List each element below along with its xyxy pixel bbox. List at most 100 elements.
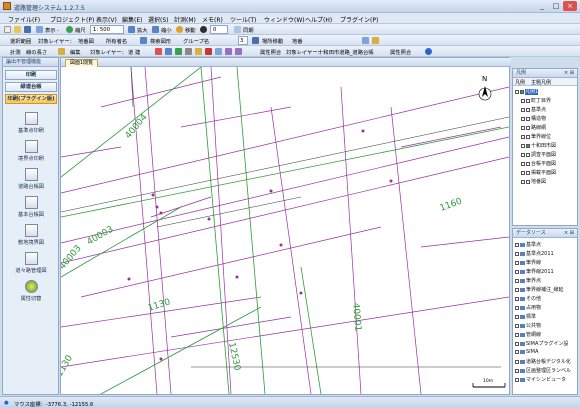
legend-item[interactable]: 十和田市図 — [521, 142, 556, 149]
datasource-item[interactable]: 基準点 — [515, 241, 541, 248]
place-icon[interactable] — [252, 37, 259, 44]
attr-match-button[interactable]: 属性照合 — [260, 48, 281, 56]
index-input[interactable]: 3 — [238, 36, 248, 45]
map-view[interactable]: 図面1閲覧 40004 40003 40003 1130 1160 12530 … — [60, 57, 511, 395]
zoom-out-icon[interactable] — [152, 26, 159, 33]
list-item[interactable]: 敷地境界図 — [5, 224, 57, 246]
panel-close-icon[interactable]: × ⊞ — [564, 69, 574, 78]
measure-button[interactable]: 計測 — [10, 48, 21, 56]
legend-item[interactable]: 町丁目界 — [521, 97, 551, 104]
menu-help[interactable]: ヘルプ(H) — [305, 15, 332, 24]
datasource-item[interactable]: 道路台帳デジタル化 — [515, 358, 571, 365]
map-canvas[interactable]: 40004 40003 40003 1130 1160 12530 40001 … — [61, 67, 509, 394]
delete-icon[interactable] — [205, 48, 212, 55]
move-button[interactable]: 移動 — [185, 26, 196, 34]
tab-legend[interactable]: 凡例 — [515, 79, 525, 86]
datasource-item[interactable]: SIMA — [515, 349, 538, 355]
legend-item[interactable]: 構造物 — [521, 115, 546, 122]
datasource-item[interactable]: 公共物 — [515, 322, 541, 329]
zoom-in-button[interactable]: 拡大 — [137, 26, 148, 34]
menu-tools[interactable]: ツール(T) — [230, 15, 256, 24]
place-move-button[interactable]: 場所移動 — [262, 37, 283, 45]
lot-select[interactable]: 地番 — [292, 37, 303, 45]
add-icon[interactable] — [175, 48, 182, 55]
layer-name-select[interactable]: 十和田市道路_道路台帳 — [318, 48, 374, 56]
menu-project[interactable]: プロジェクト(P) — [50, 15, 94, 24]
legend-item[interactable]: 調査平面図 — [521, 151, 556, 158]
attribute-icon[interactable] — [195, 48, 202, 55]
legend-item[interactable]: 台帳平面図 — [521, 160, 556, 167]
scale-input[interactable]: 1: 500 — [90, 25, 124, 34]
new-icon[interactable] — [4, 26, 11, 33]
sync-icon[interactable] — [234, 26, 241, 33]
legend-item[interactable]: 路線網 — [521, 124, 546, 131]
legend-item[interactable]: 掲載平面図 — [521, 169, 556, 176]
list-item[interactable]: 属性切替 — [5, 280, 57, 302]
menu-view[interactable]: 表示(V) — [96, 15, 117, 24]
display-menu[interactable]: 表示 - — [45, 26, 59, 34]
save-icon[interactable] — [24, 26, 31, 33]
edit-button[interactable]: 編集 — [70, 48, 81, 56]
datasource-item[interactable]: 筆界線 — [515, 259, 541, 266]
print-plugin-button[interactable]: 印刷(プラグイン版) — [5, 94, 57, 104]
green-ledger-button[interactable]: 緑道台帳 — [5, 82, 57, 92]
edit-icon[interactable] — [58, 48, 65, 55]
menu-memo[interactable]: メモ(R) — [202, 15, 223, 24]
legend-item[interactable]: 地番図 — [521, 178, 546, 185]
construction-select[interactable]: 道 建 — [128, 48, 140, 56]
datasource-item[interactable]: 基準点2011 — [515, 250, 554, 257]
info-icon[interactable] — [425, 48, 432, 55]
find-icon[interactable] — [362, 37, 369, 44]
menu-select[interactable]: 選択(S) — [148, 15, 169, 24]
print-button[interactable]: 印刷 — [5, 70, 57, 80]
open-folder-icon[interactable] — [14, 26, 21, 33]
region-type-select[interactable]: 地番図 — [78, 37, 94, 45]
tab-theme-legend[interactable]: 主題凡例 — [531, 79, 551, 86]
pan-icon[interactable] — [200, 26, 207, 33]
datasource-item[interactable]: 標準 — [515, 313, 536, 320]
close-button[interactable]: × — [563, 1, 577, 11]
list-item[interactable]: 基本台帳図 — [5, 196, 57, 218]
sync-button[interactable]: 同期 — [243, 26, 254, 34]
list-item[interactable]: 道々路管理図 — [5, 252, 57, 274]
list-item[interactable]: 境界点印刷 — [5, 140, 57, 162]
group-select[interactable]: グループ名 — [183, 37, 209, 45]
display-icon[interactable] — [36, 26, 43, 33]
search-shape-button[interactable]: 検索図形 — [150, 37, 171, 45]
cursor-icon[interactable] — [155, 48, 162, 55]
datasource-item[interactable]: 筆界点 — [515, 277, 541, 284]
attr-match2-button[interactable]: 属性照合 — [390, 48, 411, 56]
datasource-item[interactable]: 区画整理区ランベル — [515, 367, 571, 374]
datasource-item[interactable]: SIMAプラグイン設 — [515, 340, 568, 347]
legend-item[interactable]: 基準点 — [521, 106, 546, 113]
panel-close-icon[interactable]: × ⊞ — [564, 229, 574, 238]
line-length-button[interactable]: 線の長さ — [26, 48, 47, 56]
datasource-item[interactable]: 筆界線2011 — [515, 268, 554, 275]
count-input[interactable]: 0 — [210, 25, 228, 34]
pencil-icon[interactable] — [372, 37, 379, 44]
split-icon[interactable] — [185, 48, 192, 55]
tab-map-1[interactable]: 図面1閲覧 — [65, 59, 99, 67]
datasource-item[interactable]: 占用物 — [515, 304, 541, 311]
search-icon[interactable] — [140, 37, 147, 44]
menu-measure[interactable]: 計測(M) — [174, 15, 196, 24]
redo-icon[interactable] — [235, 48, 242, 55]
datasource-item[interactable]: 管網線 — [515, 331, 541, 338]
menu-window[interactable]: ウィンドウ(W) — [264, 15, 305, 24]
datasource-item[interactable]: 筆界線補注_線延 — [515, 286, 564, 293]
datasource-item[interactable]: その他 — [515, 295, 541, 302]
menu-plugin[interactable]: プラグイン(P) — [340, 15, 378, 24]
maximize-button[interactable]: □ — [549, 1, 563, 11]
menu-file[interactable]: ファイル(F) — [8, 15, 40, 24]
list-item[interactable]: 道路台帳図 — [5, 168, 57, 190]
zoom-out-button[interactable]: 縮小 — [161, 26, 172, 34]
undo-icon[interactable] — [225, 48, 232, 55]
owner-select[interactable]: 所有者名 — [106, 37, 127, 45]
zoom-in-icon[interactable] — [128, 26, 135, 33]
legend-item[interactable]: 筆界線位 — [521, 133, 551, 140]
copy-icon[interactable] — [215, 48, 222, 55]
menu-edit[interactable]: 編集(E) — [122, 15, 142, 24]
select-range-button[interactable]: 選択範囲 — [10, 37, 31, 45]
node-icon[interactable] — [165, 48, 172, 55]
move-icon[interactable] — [176, 26, 183, 33]
